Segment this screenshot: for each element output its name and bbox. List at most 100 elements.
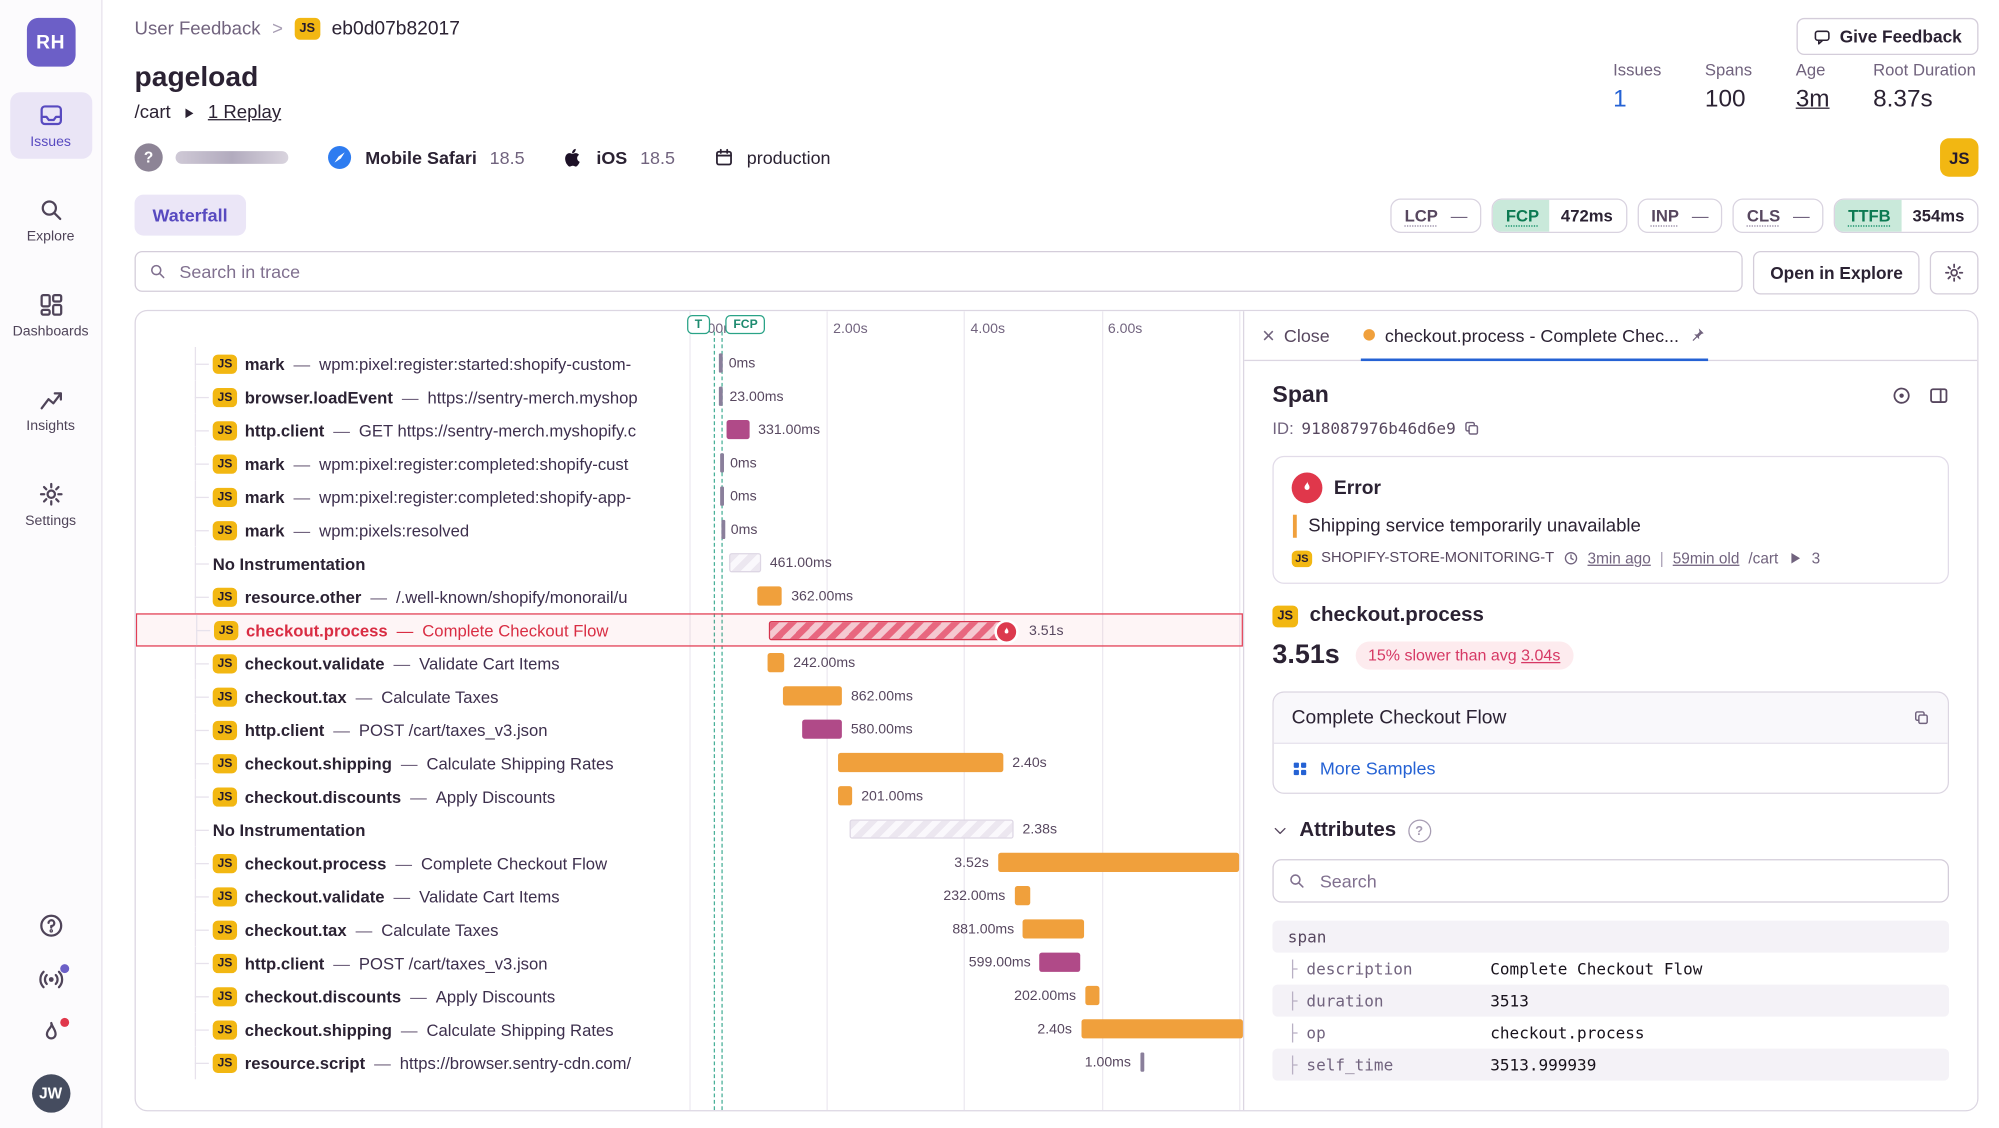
sidebar-item-dashboards[interactable]: Dashboards — [10, 282, 92, 349]
span-row[interactable]: JScheckout.validate—Validate Cart Items2… — [136, 647, 1243, 680]
sidebar-item-label: Settings — [25, 513, 76, 528]
layout-columns-icon[interactable] — [1929, 385, 1950, 405]
slower-than-avg-badge: 15% slower than avg 3.04s — [1355, 641, 1573, 669]
span-duration-bar[interactable] — [720, 487, 724, 506]
help-icon[interactable]: ? — [1408, 819, 1431, 842]
waterfall-view-tab[interactable]: Waterfall — [135, 195, 246, 236]
span-row[interactable]: JSresource.other—/.well-known/shopify/mo… — [136, 580, 1243, 613]
user-avatar[interactable]: JW — [31, 1074, 69, 1112]
error-age[interactable]: 3min ago — [1588, 549, 1651, 567]
span-duration-bar[interactable] — [1023, 919, 1084, 938]
span-row[interactable]: JSresource.script—https://browser.sentry… — [136, 1046, 1243, 1079]
attribute-row[interactable]: ├descriptionComplete Checkout Flow — [1272, 953, 1949, 985]
broadcast-icon[interactable] — [38, 967, 64, 993]
span-duration-bar[interactable] — [769, 621, 1009, 640]
js-platform-badge: JS — [294, 18, 320, 40]
span-name-cell: JScheckout.shipping—Calculate Shipping R… — [136, 1013, 690, 1046]
span-duration-bar[interactable] — [721, 520, 725, 539]
vital-inp[interactable]: INP — — [1637, 198, 1722, 233]
span-row[interactable]: JScheckout.tax—Calculate Taxes881.00ms — [136, 913, 1243, 946]
span-duration-bar[interactable] — [783, 686, 842, 705]
drawer-active-tab[interactable]: checkout.process - Complete Chec... — [1361, 311, 1709, 361]
attribute-row[interactable]: ├self_time3513.999939 — [1272, 1049, 1949, 1081]
focus-span-icon[interactable] — [1891, 385, 1912, 405]
span-duration-bar[interactable] — [1140, 1052, 1144, 1071]
give-feedback-button[interactable]: Give Feedback — [1796, 18, 1978, 55]
span-row[interactable]: JSmark—wpm:pixels:resolved0ms — [136, 513, 1243, 546]
attribute-row[interactable]: ├opcheckout.process — [1272, 1017, 1949, 1049]
sidebar-item-explore[interactable]: Explore — [10, 187, 92, 254]
attributes-search-input[interactable] — [1317, 869, 1933, 892]
span-row[interactable]: JShttp.client—POST /cart/taxes_v3.json58… — [136, 713, 1243, 746]
related-error-card[interactable]: Error Shipping service temporarily unava… — [1272, 456, 1949, 584]
vital-fcp[interactable]: FCP 472ms — [1492, 198, 1627, 233]
replay-link[interactable]: 1 Replay — [208, 102, 281, 122]
span-row[interactable]: JShttp.client—GET https://sentry-merch.m… — [136, 414, 1243, 447]
span-duration-label: 0ms — [730, 489, 757, 504]
span-row[interactable]: No Instrumentation461.00ms — [136, 547, 1243, 580]
span-duration-bar[interactable] — [802, 720, 842, 739]
issue-short-id[interactable]: SHOPIFY-STORE-MONITORING-T — [1321, 551, 1554, 566]
span-row[interactable]: JScheckout.discounts—Apply Discounts201.… — [136, 780, 1243, 813]
open-in-explore-button[interactable]: Open in Explore — [1754, 251, 1920, 295]
span-row[interactable]: JSmark—wpm:pixel:register:completed:shop… — [136, 447, 1243, 480]
span-row[interactable]: JScheckout.shipping—Calculate Shipping R… — [136, 1013, 1243, 1046]
pin-icon[interactable] — [1689, 327, 1706, 344]
span-duration-bar[interactable] — [1085, 986, 1099, 1005]
breadcrumb-parent[interactable]: User Feedback — [135, 19, 261, 39]
span-row[interactable]: JShttp.client—POST /cart/taxes_v3.json59… — [136, 946, 1243, 979]
error-replay-count[interactable]: 3 — [1812, 549, 1821, 567]
attribute-row[interactable]: ├duration3513 — [1272, 985, 1949, 1017]
span-row[interactable]: JScheckout.tax—Calculate Taxes862.00ms — [136, 680, 1243, 713]
span-duration-bar[interactable] — [1081, 1019, 1243, 1038]
span-duration-bar[interactable] — [1040, 953, 1081, 972]
span-duration-bar[interactable] — [838, 786, 852, 805]
span-row[interactable]: No Instrumentation2.38s — [136, 813, 1243, 846]
vital-ttfb[interactable]: TTFB 354ms — [1834, 198, 1978, 233]
waterfall-settings-button[interactable] — [1930, 251, 1979, 295]
span-row[interactable]: JScheckout.process—Complete Checkout Flo… — [136, 846, 1243, 879]
separator: — — [370, 587, 387, 606]
span-row[interactable]: JScheckout.process—Complete Checkout Flo… — [136, 613, 1243, 646]
span-row[interactable]: JScheckout.validate—Validate Cart Items2… — [136, 880, 1243, 913]
span-duration-bar[interactable] — [719, 353, 723, 372]
span-duration-bar[interactable] — [757, 586, 782, 605]
span-duration-bar[interactable] — [768, 653, 785, 672]
span-duration-bar[interactable] — [998, 853, 1240, 872]
stat-age-value[interactable]: 3m — [1796, 86, 1830, 114]
span-row[interactable]: JScheckout.discounts—Apply Discounts202.… — [136, 980, 1243, 1013]
span-duration-bar[interactable] — [1014, 886, 1030, 905]
more-samples-link[interactable]: More Samples — [1274, 744, 1948, 793]
avg-duration-link[interactable]: 3.04s — [1521, 647, 1560, 665]
span-row[interactable]: JScheckout.shipping—Calculate Shipping R… — [136, 746, 1243, 779]
org-avatar[interactable]: RH — [26, 18, 75, 67]
span-row[interactable]: JSbrowser.loadEvent—https://sentry-merch… — [136, 380, 1243, 413]
chevron-down-icon[interactable] — [1272, 823, 1287, 838]
span-duration-bar[interactable] — [726, 420, 749, 439]
drawer-close-button[interactable]: × Close — [1262, 311, 1330, 360]
span-duration-bar[interactable] — [850, 819, 1013, 838]
error-first-seen[interactable]: 59min old — [1673, 549, 1740, 567]
span-duration-bar[interactable] — [838, 753, 1003, 772]
sidebar-item-insights[interactable]: Insights — [10, 376, 92, 443]
span-bar-cell: 2.40s — [689, 1013, 1243, 1046]
vital-lcp[interactable]: LCP — — [1390, 198, 1481, 233]
help-icon[interactable] — [38, 913, 64, 939]
span-description: https://sentry-merch.myshop — [427, 387, 637, 406]
flame-icon[interactable] — [38, 1020, 64, 1046]
span-row[interactable]: JSmark—wpm:pixel:register:completed:shop… — [136, 480, 1243, 513]
span-row[interactable]: JSmark—wpm:pixel:register:started:shopif… — [136, 347, 1243, 380]
copy-icon[interactable] — [1463, 420, 1480, 437]
vital-cls[interactable]: CLS — — [1733, 198, 1824, 233]
sidebar-item-issues[interactable]: Issues — [10, 92, 92, 159]
sidebar-item-settings[interactable]: Settings — [10, 471, 92, 538]
span-duration-bar[interactable] — [729, 553, 761, 572]
span-duration-bar[interactable] — [720, 453, 724, 472]
stat-issues-value[interactable]: 1 — [1613, 86, 1627, 114]
span-duration-bar[interactable] — [719, 387, 723, 406]
copy-icon[interactable] — [1913, 709, 1930, 726]
span-duration-label: 0ms — [729, 356, 756, 371]
attribute-key: ├self_time — [1288, 1055, 1490, 1074]
span-bar-cell: 242.00ms — [689, 647, 1243, 680]
trace-search-input[interactable] — [177, 260, 1729, 283]
